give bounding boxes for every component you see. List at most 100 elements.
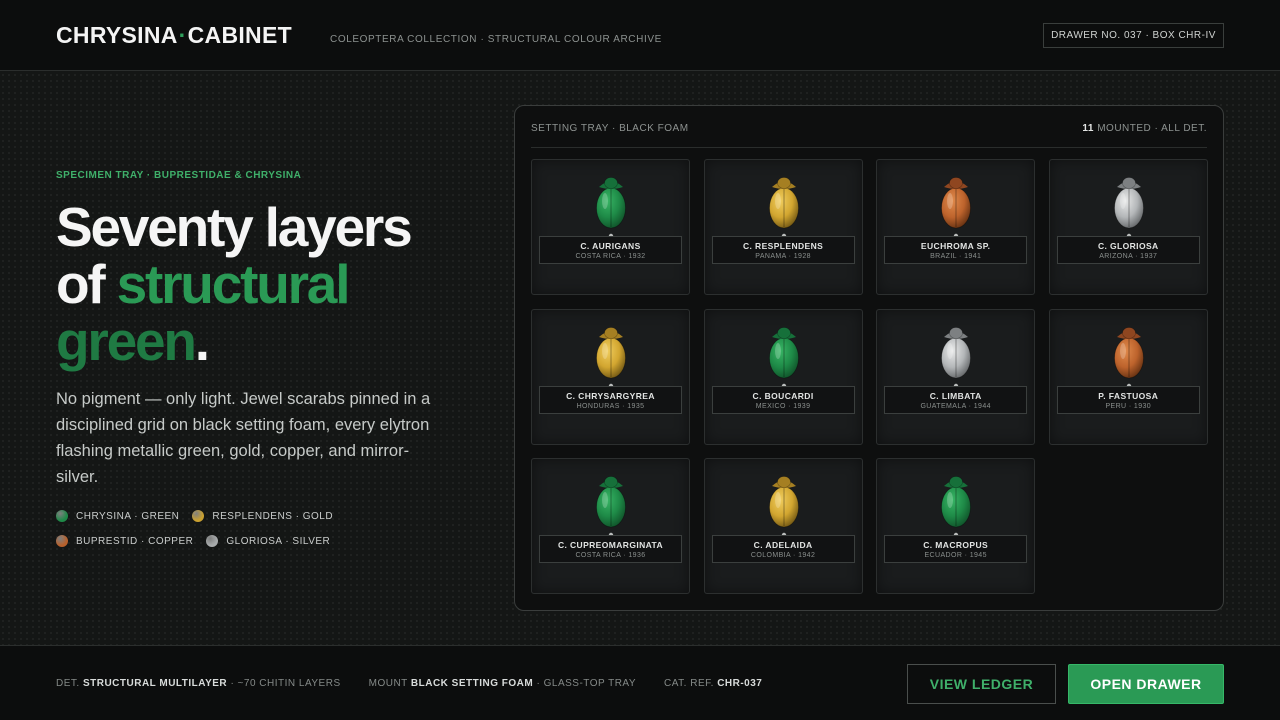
specimen-card[interactable]: C. MACROPUS ECUADOR · 1945 bbox=[876, 458, 1036, 594]
specimen-card[interactable]: C. GLORIOSA ARIZONA · 1937 bbox=[1048, 159, 1208, 295]
specimen-label: EUCHROMA SP. BRAZIL · 1941 bbox=[884, 236, 1028, 264]
specimen-locality: ARIZONA · 1937 bbox=[1099, 253, 1158, 260]
legend-item: BUPRESTID · COPPER bbox=[56, 533, 193, 549]
legend-swatch-icon bbox=[206, 535, 219, 547]
section-eyebrow: SPECIMEN TRAY · BUPRESTIDAE & CHRYSINA bbox=[56, 170, 302, 181]
scarab-beetle-icon bbox=[941, 326, 972, 388]
tray-count: 11 MOUNTED · ALL DET. bbox=[1082, 123, 1207, 134]
tray-header: SETTING TRAY · BLACK FOAM 11 MOUNTED · A… bbox=[531, 122, 1207, 148]
headline-highlight-green: green bbox=[56, 310, 197, 372]
meta-mount-key: MOUNT bbox=[368, 678, 408, 689]
scarab-beetle-icon bbox=[596, 326, 626, 388]
tray-title: SETTING TRAY · BLACK FOAM bbox=[531, 123, 689, 134]
scarab-beetle-icon bbox=[768, 177, 799, 239]
specimen-name: C. CHRYSARGYREA bbox=[566, 390, 655, 401]
legend-swatch-icon bbox=[56, 535, 68, 547]
legend-label: GLORIOSA · SILVER bbox=[226, 535, 331, 547]
meta-mount: MOUNT BLACK SETTING FOAM · GLASS-TOP TRA… bbox=[369, 678, 636, 689]
scarab-beetle-icon bbox=[1113, 326, 1144, 388]
specimen-label: C. MACROPUS ECUADOR · 1945 bbox=[884, 535, 1028, 563]
colour-legend: CHRYSINA · GREEN RESPLENDENS · GOLD BUPRES… bbox=[56, 508, 476, 549]
specimen-locality: PANAMA · 1928 bbox=[755, 253, 811, 260]
specimen-locality: BRAZIL · 1941 bbox=[930, 253, 982, 260]
specimen-locality: COLOMBIA · 1942 bbox=[750, 552, 816, 559]
specimen-name: C. AURIGANS bbox=[580, 241, 641, 251]
specimen-locality: HONDURAS · 1935 bbox=[576, 402, 645, 410]
specimen-locality: GUATEMALA · 1944 bbox=[920, 402, 991, 410]
specimen-label: C. AURIGANS COSTA RICA · 1932 bbox=[539, 236, 682, 264]
legend-item: GLORIOSA · SILVER bbox=[206, 533, 330, 549]
specimen-label: C. ADELAIDA COLOMBIA · 1942 bbox=[711, 535, 855, 563]
legend-swatch-icon bbox=[192, 510, 205, 522]
page-headline: Seventy layers of structural green. bbox=[56, 199, 496, 370]
meta-cat-key: CAT. REF. bbox=[664, 678, 714, 689]
specimen-name: C. ADELAIDA bbox=[753, 540, 813, 550]
tray-count-label: MOUNTED · ALL DET. bbox=[1093, 123, 1207, 134]
logo-dot: · bbox=[178, 22, 187, 48]
specimen-card[interactable]: C. CUPREOMARGINATA COSTA RICA · 1936 bbox=[531, 458, 690, 594]
drawer-badge: DRAWER NO. 037 · BOX CHR-IV bbox=[1043, 23, 1224, 48]
legend-label: BUPRESTID · COPPER bbox=[76, 535, 194, 547]
specimen-name: C. LIMBATA bbox=[929, 390, 982, 401]
specimen-card[interactable]: C. ADELAIDA COLOMBIA · 1942 bbox=[703, 458, 863, 594]
specimen-name: P. FASTUOSA bbox=[1098, 390, 1159, 401]
specimen-card[interactable]: P. FASTUOSA PERU · 1930 bbox=[1048, 308, 1208, 445]
specimen-name: C. GLORIOSA bbox=[1097, 241, 1159, 251]
specimen-tray: SETTING TRAY · BLACK FOAM 11 MOUNTED · A… bbox=[514, 105, 1224, 611]
specimen-card[interactable]: EUCHROMA SP. BRAZIL · 1941 bbox=[876, 159, 1036, 295]
legend-label: CHRYSINA · GREEN bbox=[76, 510, 180, 522]
headline-line-1: Seventy layers bbox=[56, 196, 413, 258]
specimen-name: C. MACROPUS bbox=[923, 540, 989, 550]
scarab-beetle-icon bbox=[1113, 177, 1144, 239]
meta-catalogue: CAT. REF. CHR-037 bbox=[664, 678, 762, 689]
specimen-label: C. GLORIOSA ARIZONA · 1937 bbox=[1056, 236, 1200, 264]
specimen-label: C. BOUCARDI MEXICO · 1939 bbox=[711, 385, 855, 414]
legend-label: RESPLENDENS · GOLD bbox=[212, 510, 334, 522]
meta-cat-value: CHR-037 bbox=[717, 678, 763, 689]
specimen-grid: C. AURIGANS COSTA RICA · 1932 C. RESPLENDE… bbox=[531, 159, 1208, 594]
specimen-label: C. CHRYSARGYREA HONDURAS · 1935 bbox=[539, 385, 682, 414]
meta-det-value: STRUCTURAL MULTILAYER bbox=[82, 678, 228, 689]
specimen-name: C. RESPLENDENS bbox=[742, 241, 824, 251]
specimen-card[interactable]: C. BOUCARDI MEXICO · 1939 bbox=[703, 308, 863, 445]
headline-period: . bbox=[194, 310, 210, 372]
view-ledger-button[interactable]: VIEW LEDGER bbox=[907, 664, 1056, 704]
specimen-locality: ECUADOR · 1945 bbox=[924, 552, 987, 559]
header-bar: CHRYSINA·CABINET COLEOPTERA COLLECTION ·… bbox=[0, 0, 1280, 71]
meta-mount-value: BLACK SETTING FOAM bbox=[410, 678, 534, 689]
specimen-name: EUCHROMA SP. bbox=[920, 241, 991, 251]
meta-det-extra: · ~70 CHITIN LAYERS bbox=[230, 678, 341, 689]
specimen-card[interactable]: C. CHRYSARGYREA HONDURAS · 1935 bbox=[531, 308, 690, 445]
legend-item: RESPLENDENS · GOLD bbox=[192, 508, 333, 524]
headline-highlight-structural: structural bbox=[116, 253, 351, 315]
specimen-label: C. CUPREOMARGINATA COSTA RICA · 1936 bbox=[539, 535, 682, 563]
specimen-label: C. RESPLENDENS PANAMA · 1928 bbox=[711, 236, 855, 264]
scarab-beetle-icon bbox=[941, 476, 972, 538]
meta-determination: DET. STRUCTURAL MULTILAYER · ~70 CHITIN … bbox=[56, 678, 341, 689]
scarab-beetle-icon bbox=[596, 177, 626, 239]
logo[interactable]: CHRYSINA·CABINET bbox=[56, 22, 292, 49]
scarab-beetle-icon bbox=[941, 177, 972, 239]
logo-word-2: CABINET bbox=[187, 22, 292, 48]
footer-meta: DET. STRUCTURAL MULTILAYER · ~70 CHITIN … bbox=[56, 678, 762, 689]
specimen-name: C. CUPREOMARGINATA bbox=[557, 540, 664, 550]
specimen-locality: MEXICO · 1939 bbox=[755, 402, 811, 410]
specimen-card[interactable]: C. RESPLENDENS PANAMA · 1928 bbox=[703, 159, 863, 295]
tray-count-number: 11 bbox=[1082, 123, 1094, 134]
scarab-beetle-icon bbox=[768, 326, 799, 388]
open-drawer-button[interactable]: OPEN DRAWER bbox=[1068, 664, 1224, 704]
specimen-card[interactable]: C. LIMBATA GUATEMALA · 1944 bbox=[876, 308, 1036, 445]
specimen-label: P. FASTUOSA PERU · 1930 bbox=[1056, 385, 1200, 414]
headline-line-2a: of bbox=[56, 253, 117, 315]
meta-mount-extra: · GLASS-TOP TRAY bbox=[536, 678, 637, 689]
specimen-locality: COSTA RICA · 1932 bbox=[575, 253, 646, 260]
scarab-beetle-icon bbox=[768, 476, 799, 538]
legend-item: CHRYSINA · GREEN bbox=[56, 508, 179, 524]
legend-swatch-icon bbox=[56, 510, 68, 522]
scarab-beetle-icon bbox=[596, 476, 626, 538]
specimen-locality: PERU · 1930 bbox=[1105, 402, 1152, 410]
specimen-name: C. BOUCARDI bbox=[752, 390, 814, 401]
footer-bar: DET. STRUCTURAL MULTILAYER · ~70 CHITIN … bbox=[0, 645, 1280, 720]
specimen-locality: COSTA RICA · 1936 bbox=[575, 552, 646, 559]
specimen-card[interactable]: C. AURIGANS COSTA RICA · 1932 bbox=[531, 159, 690, 295]
